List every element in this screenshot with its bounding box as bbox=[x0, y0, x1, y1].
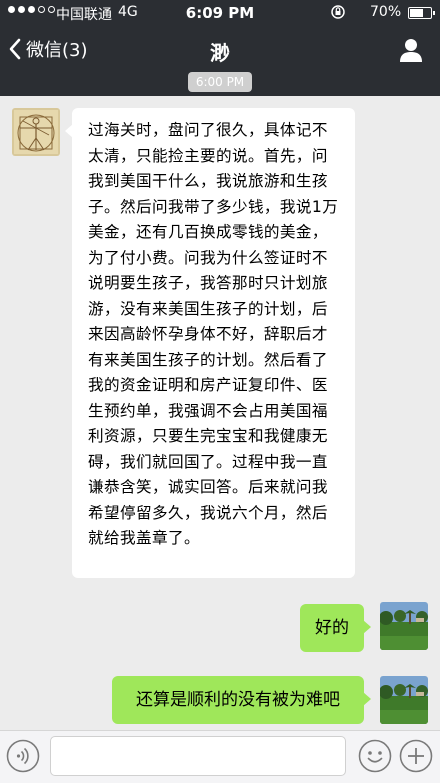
orientation-lock-icon bbox=[331, 5, 345, 19]
nav-bar: 微信(3) 渺 bbox=[0, 26, 440, 74]
my-avatar[interactable] bbox=[380, 676, 428, 724]
contact-avatar[interactable] bbox=[12, 108, 60, 156]
message-timestamp: 6:00 PM bbox=[188, 72, 252, 92]
message-input[interactable] bbox=[50, 736, 346, 776]
battery-fill bbox=[410, 9, 423, 17]
status-bar: 中国联通 4G 6:09 PM 70% bbox=[0, 0, 440, 26]
battery-nub bbox=[433, 11, 435, 15]
vitruvian-avatar-image bbox=[12, 108, 60, 156]
my-avatar[interactable] bbox=[380, 602, 428, 650]
outgoing-message[interactable]: 还算是顺利的没有被为难吧 bbox=[112, 676, 371, 724]
incoming-message[interactable]: 过海关时，盘问了很久，具体记不太清，只能捡主要的说。首先，问我到美国干什么，我说… bbox=[65, 108, 355, 578]
chat-title: 渺 bbox=[210, 41, 230, 65]
voice-icon[interactable] bbox=[6, 739, 40, 773]
smiley-icon[interactable] bbox=[358, 739, 392, 773]
battery-percent: 70% bbox=[370, 4, 402, 20]
plus-icon[interactable] bbox=[399, 739, 433, 773]
outgoing-message[interactable]: 好的 bbox=[300, 604, 371, 652]
park-avatar-image bbox=[380, 602, 428, 650]
input-bar bbox=[0, 730, 440, 783]
battery-icon bbox=[408, 7, 435, 19]
person-icon[interactable] bbox=[398, 37, 424, 63]
park-avatar-image bbox=[380, 676, 428, 724]
